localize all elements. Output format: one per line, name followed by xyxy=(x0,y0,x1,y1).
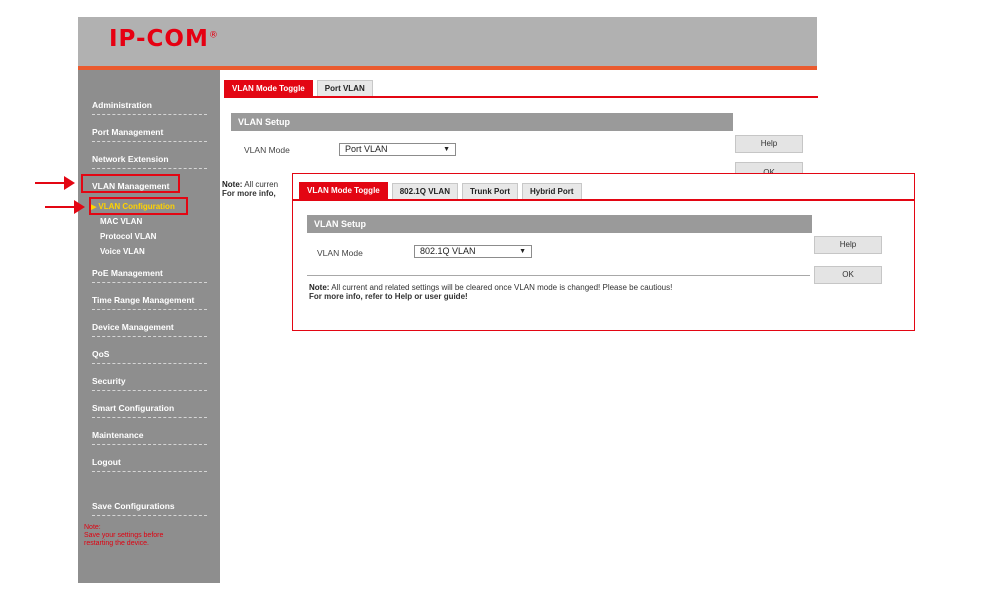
sidebar-subitem-protocol-vlan[interactable]: Protocol VLAN xyxy=(100,232,156,241)
chevron-down-icon: ▼ xyxy=(443,146,450,153)
overlay-vlan-mode-select[interactable]: 802.1Q VLAN ▼ xyxy=(414,245,532,258)
sidebar-subitem-mac-vlan[interactable]: MAC VLAN xyxy=(100,217,142,226)
sidebar-note-title: Note: xyxy=(84,524,101,531)
vlan-configuration-callout xyxy=(89,197,188,215)
main-vlan-mode-select[interactable]: Port VLAN ▼ xyxy=(339,143,456,156)
sidebar-subitem-voice-vlan[interactable]: Voice VLAN xyxy=(100,247,145,256)
sidebar-item-network-extension[interactable]: Network Extension xyxy=(92,154,207,169)
sidebar-item-time-range-management[interactable]: Time Range Management xyxy=(92,295,207,310)
main-note: Note: All curren For more info, xyxy=(222,180,279,198)
sidebar-item-security[interactable]: Security xyxy=(92,376,207,391)
header-bar: IP-COM® xyxy=(78,17,817,66)
ip-com-logo: IP-COM® xyxy=(109,26,219,52)
main-tab-underline xyxy=(224,96,818,98)
tab-vlan-mode-toggle[interactable]: VLAN Mode Toggle xyxy=(224,80,313,96)
overlay-ok-button[interactable]: OK xyxy=(814,266,882,284)
sidebar-item-maintenance[interactable]: Maintenance xyxy=(92,430,207,445)
sidebar-item-poe-management[interactable]: PoE Management xyxy=(92,268,207,283)
overlay-tabs: VLAN Mode Toggle 802.1Q VLAN Trunk Port … xyxy=(299,182,586,199)
sidebar-item-logout[interactable]: Logout xyxy=(92,457,207,472)
zoomed-vlan-panel: VLAN Mode Toggle 802.1Q VLAN Trunk Port … xyxy=(292,173,915,331)
overlay-help-button[interactable]: Help xyxy=(814,236,882,254)
tab-hybrid-port[interactable]: Hybrid Port xyxy=(522,183,582,199)
sidebar-item-administration[interactable]: Administration xyxy=(92,100,207,115)
overlay-vlan-mode-label: VLAN Mode xyxy=(317,248,363,258)
main-tabs: VLAN Mode Toggle Port VLAN xyxy=(224,80,377,96)
sidebar-item-smart-configuration[interactable]: Smart Configuration xyxy=(92,403,207,418)
tab-trunk-port[interactable]: Trunk Port xyxy=(461,183,518,199)
overlay-tab-underline xyxy=(293,199,914,201)
vlan-management-callout xyxy=(81,174,180,193)
sidebar-note-line1: Save your settings before xyxy=(84,532,164,539)
main-help-button[interactable]: Help xyxy=(735,135,803,153)
sidebar-item-port-management[interactable]: Port Management xyxy=(92,127,207,142)
main-vlan-mode-label: VLAN Mode xyxy=(244,145,290,155)
sidebar-item-device-management[interactable]: Device Management xyxy=(92,322,207,337)
sidebar-item-save-configurations[interactable]: Save Configurations xyxy=(92,501,207,516)
arrow-right-icon xyxy=(45,200,85,214)
tab-802-1q-vlan[interactable]: 802.1Q VLAN xyxy=(391,183,458,199)
sidebar-note: Note: Save your settings before restarti… xyxy=(84,524,163,548)
arrow-right-icon xyxy=(35,176,75,190)
sidebar-item-qos[interactable]: QoS xyxy=(92,349,207,364)
main-section-title: VLAN Setup xyxy=(231,113,733,131)
overlay-divider xyxy=(307,275,810,276)
tab-vlan-mode-toggle[interactable]: VLAN Mode Toggle xyxy=(299,182,388,199)
chevron-down-icon: ▼ xyxy=(519,248,526,255)
tab-port-vlan[interactable]: Port VLAN xyxy=(316,80,373,96)
overlay-section-title: VLAN Setup xyxy=(307,215,812,233)
overlay-note: Note: All current and related settings w… xyxy=(309,283,673,301)
sidebar: Administration Port Management Network E… xyxy=(78,70,220,583)
sidebar-note-line2: restarting the device. xyxy=(84,540,149,547)
